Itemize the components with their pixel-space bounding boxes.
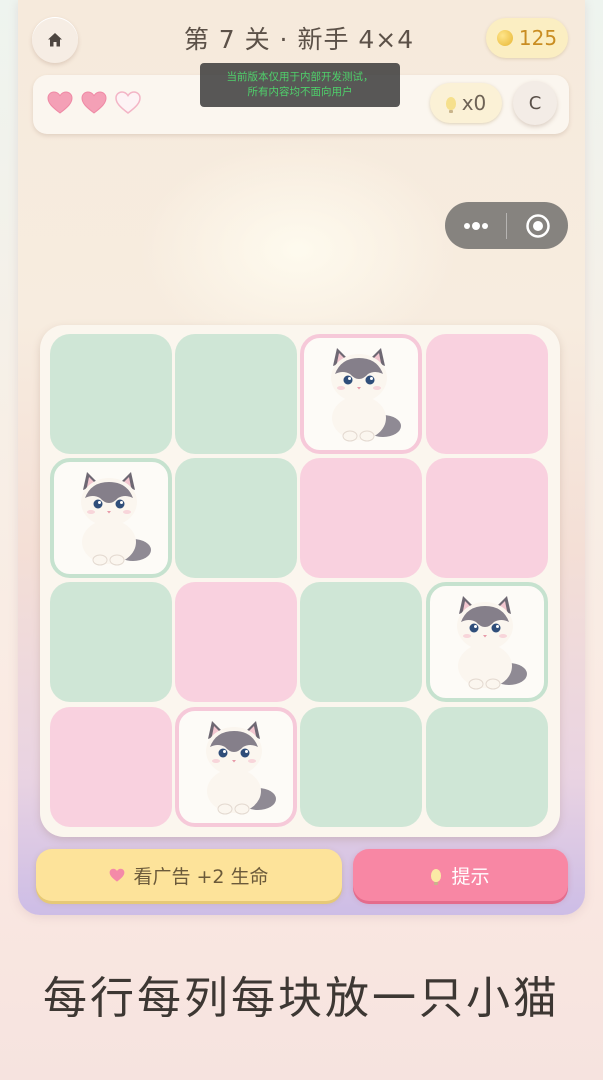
ragdoll-cat-icon <box>331 348 401 442</box>
coin-icon <box>496 30 513 46</box>
board-cell-cat[interactable] <box>50 458 172 578</box>
heart-full-icon <box>81 91 107 114</box>
coin-count: 125 <box>518 26 558 50</box>
tagline: 每行每列每块放一只小猫 <box>43 973 560 1024</box>
lightbulb-icon <box>445 96 456 113</box>
board-cell-cat[interactable] <box>426 582 548 702</box>
toast-line-1: 当前版本仅用于内部开发测试， <box>226 71 374 83</box>
board-cell-pink[interactable] <box>50 707 172 827</box>
puzzle-board <box>40 325 560 837</box>
home-button[interactable] <box>32 17 78 63</box>
board-cell-green[interactable] <box>175 334 297 454</box>
game-screen: 第 7 关 · 新手 4×4 125 x0 C 当前版本仅用于内部开发测试， 所… <box>18 0 585 915</box>
board-cell-green[interactable] <box>50 582 172 702</box>
heart-icon <box>110 868 125 882</box>
heart-full-icon <box>47 91 73 114</box>
close-mini-program-button[interactable] <box>507 202 568 249</box>
watch-ad-button[interactable]: 看广告 +2 生命 <box>36 849 342 901</box>
coin-counter: 125 <box>486 18 568 58</box>
board-cell-cat[interactable] <box>175 707 297 827</box>
ragdoll-cat-icon <box>457 596 527 690</box>
target-circle-icon <box>525 213 550 238</box>
board-cell-green[interactable] <box>300 707 422 827</box>
board-cell-pink[interactable] <box>175 582 297 702</box>
watch-ad-label: 看广告 +2 生命 <box>133 865 269 888</box>
board-cell-pink[interactable] <box>426 334 548 454</box>
hint-button[interactable]: 提示 <box>353 849 568 901</box>
board-cell-green[interactable] <box>50 334 172 454</box>
home-icon <box>48 33 62 47</box>
hint-count: x0 <box>461 91 487 115</box>
ragdoll-cat-icon <box>81 472 151 566</box>
level-title: 第 7 关 · 新手 4×4 <box>183 25 415 54</box>
lightbulb-icon <box>431 868 442 885</box>
c-button[interactable]: C <box>513 81 557 125</box>
mini-program-capsule <box>445 202 568 249</box>
heart-empty-icon <box>115 91 141 114</box>
hint-label: 提示 <box>451 865 490 888</box>
dev-toast: 当前版本仅用于内部开发测试， 所有内容均不面向用户 <box>200 63 400 107</box>
more-dots-icon <box>463 221 488 230</box>
toast-line-2: 所有内容均不面向用户 <box>247 86 353 98</box>
lives-hearts <box>47 91 141 115</box>
board-cell-green[interactable] <box>175 458 297 578</box>
board-cell-pink[interactable] <box>300 458 422 578</box>
board-cell-green[interactable] <box>426 707 548 827</box>
hint-counter: x0 <box>430 83 502 123</box>
board-cell-pink[interactable] <box>426 458 548 578</box>
board-cell-cat[interactable] <box>300 334 422 454</box>
more-button[interactable] <box>445 202 506 249</box>
board-cell-green[interactable] <box>300 582 422 702</box>
ragdoll-cat-icon <box>206 721 276 815</box>
